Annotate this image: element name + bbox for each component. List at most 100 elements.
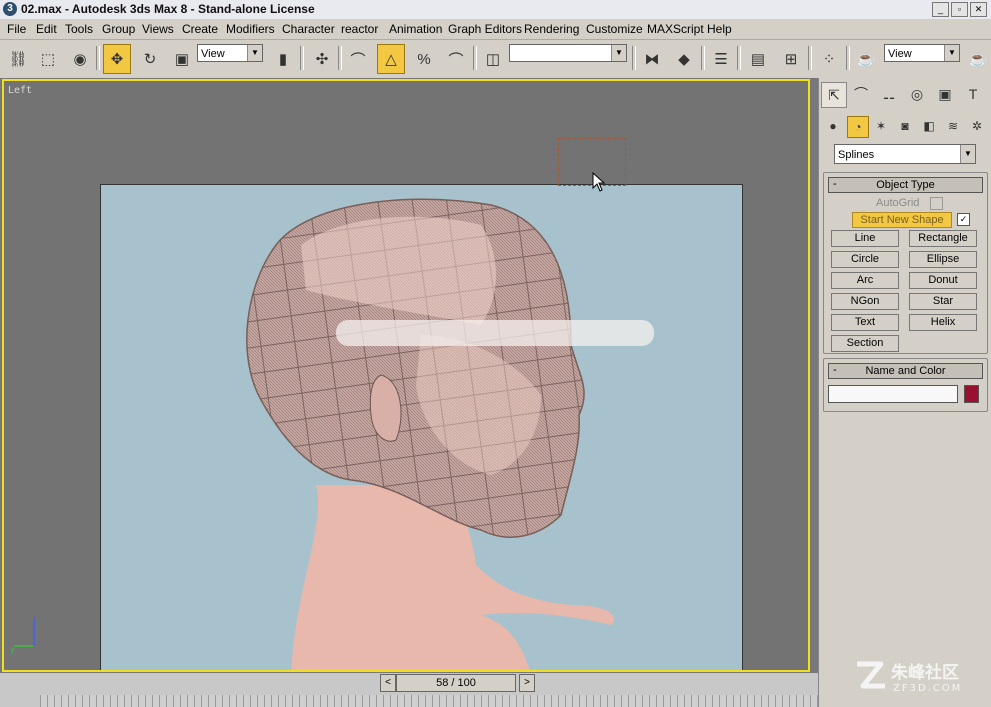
toolbar-separator xyxy=(808,46,812,70)
axis-z-label: z xyxy=(32,614,37,622)
restore-button[interactable]: ▫ xyxy=(951,2,968,17)
previous-frame-button[interactable]: < xyxy=(380,674,396,692)
spacewarps-icon[interactable]: ≋ xyxy=(943,116,963,136)
main-toolbar: ⛓ ⬚ ◉ ✥ ↻ ▣ View ▼ ▮ ✣ ⌒ △ % ⌒ ◫ ▼ ⧓ ◆ ☰… xyxy=(0,40,991,79)
object-type-header[interactable]: - Object Type xyxy=(828,177,983,193)
ngon-button[interactable]: NGon xyxy=(831,293,899,310)
angle-snap-icon[interactable]: △ xyxy=(377,44,405,74)
menu-create[interactable]: Create xyxy=(182,22,218,36)
helpers-icon[interactable]: ◧ xyxy=(919,116,939,136)
display-tab-icon[interactable]: ▣ xyxy=(933,82,957,106)
menu-rendering[interactable]: Rendering xyxy=(524,22,579,36)
track-bar[interactable] xyxy=(40,695,818,707)
select-and-rotate-icon[interactable]: ↻ xyxy=(136,44,164,74)
select-region-icon[interactable]: ⬚ xyxy=(34,44,62,74)
viewport-label[interactable]: Left xyxy=(8,85,32,96)
ellipse-button[interactable]: Ellipse xyxy=(909,251,977,268)
donut-button[interactable]: Donut xyxy=(909,272,977,289)
pivot-center-icon[interactable]: ▮ xyxy=(269,44,297,74)
name-and-color-title: Name and Color xyxy=(865,365,946,377)
collapse-icon: - xyxy=(833,178,837,190)
select-and-scale-icon[interactable]: ▣ xyxy=(168,44,196,74)
shapes-icon[interactable]: ◔ xyxy=(847,116,869,138)
modify-tab-icon[interactable]: ⌒ xyxy=(849,82,873,106)
start-new-shape-button[interactable]: Start New Shape xyxy=(852,212,952,228)
render-type-dropdown[interactable]: View ▼ xyxy=(884,44,960,62)
layer-manager-icon[interactable]: ☰ xyxy=(707,44,735,74)
app-icon[interactable]: 3 xyxy=(3,2,17,16)
viewport-background-image xyxy=(100,184,743,670)
select-object-icon[interactable]: ◉ xyxy=(66,44,94,74)
category-dropdown-value: Splines xyxy=(838,149,875,161)
menu-tools[interactable]: Tools xyxy=(65,22,93,36)
section-button[interactable]: Section xyxy=(831,335,899,352)
spinner-snap-icon[interactable]: ⌒ xyxy=(442,44,470,74)
quick-render-icon[interactable]: ☕ xyxy=(964,44,991,74)
create-tab-icon[interactable]: ⇱ xyxy=(821,82,847,108)
select-link-icon[interactable]: ⛓ xyxy=(4,44,32,74)
menu-group[interactable]: Group xyxy=(102,22,135,36)
schematic-view-icon[interactable]: ⊞ xyxy=(777,44,805,74)
minimize-button[interactable]: _ xyxy=(932,2,949,17)
edit-named-selection-icon[interactable]: ◫ xyxy=(479,44,507,74)
hierarchy-tab-icon[interactable]: ⚋ xyxy=(877,82,901,106)
text-button[interactable]: Text xyxy=(831,314,899,331)
snap-toggle-icon[interactable]: ⌒ xyxy=(344,44,372,74)
manipulate-icon[interactable]: ✣ xyxy=(308,44,336,74)
select-and-move-icon[interactable]: ✥ xyxy=(103,44,131,74)
percent-snap-icon[interactable]: % xyxy=(410,44,438,74)
viewport-left[interactable]: Left z y xyxy=(2,79,810,672)
lights-icon[interactable]: ✶ xyxy=(871,116,891,136)
render-scene-icon[interactable]: ☕ xyxy=(852,44,880,74)
menu-modifiers[interactable]: Modifiers xyxy=(226,22,275,36)
rectangle-button[interactable]: Rectangle xyxy=(909,230,977,247)
menu-views[interactable]: Views xyxy=(142,22,174,36)
object-color-swatch[interactable] xyxy=(964,385,979,403)
name-and-color-header[interactable]: - Name and Color xyxy=(828,363,983,379)
watermark-logo-icon: 朱峰社区 ZF3D.COM xyxy=(857,661,960,694)
menu-graph-editors[interactable]: Graph Editors xyxy=(448,22,522,36)
cameras-icon[interactable]: ◙ xyxy=(895,116,915,136)
mouse-cursor-icon xyxy=(592,172,606,192)
line-button[interactable]: Line xyxy=(831,230,899,247)
time-slider-area: < 58 / 100 > xyxy=(0,673,818,707)
motion-tab-icon[interactable]: ◎ xyxy=(905,82,929,106)
named-selection-dropdown[interactable]: ▼ xyxy=(509,44,627,62)
object-name-input[interactable] xyxy=(828,385,958,403)
mirror-icon[interactable]: ⧓ xyxy=(638,44,666,74)
next-frame-button[interactable]: > xyxy=(519,674,535,692)
menu-customize[interactable]: Customize xyxy=(586,22,643,36)
toolbar-separator xyxy=(300,46,304,70)
arc-button[interactable]: Arc xyxy=(831,272,899,289)
menu-reactor[interactable]: reactor xyxy=(341,22,378,36)
align-icon[interactable]: ◆ xyxy=(670,44,698,74)
reference-coordinate-dropdown[interactable]: View ▼ xyxy=(197,44,263,62)
category-dropdown[interactable]: Splines ▼ xyxy=(834,144,976,164)
circle-button[interactable]: Circle xyxy=(831,251,899,268)
menu-character[interactable]: Character xyxy=(282,22,335,36)
axis-y-label: y xyxy=(10,645,15,654)
chevron-down-icon: ▼ xyxy=(944,45,959,61)
chevron-down-icon: ▼ xyxy=(247,45,262,61)
autogrid-checkbox[interactable] xyxy=(930,197,943,210)
helix-button[interactable]: Helix xyxy=(909,314,977,331)
utilities-tab-icon[interactable]: T xyxy=(961,82,985,106)
systems-icon[interactable]: ✲ xyxy=(967,116,987,136)
time-slider[interactable]: 58 / 100 xyxy=(396,674,516,692)
material-editor-icon[interactable]: ⁘ xyxy=(815,44,843,74)
close-button[interactable]: ✕ xyxy=(970,2,987,17)
toolbar-separator xyxy=(338,46,342,70)
menu-edit[interactable]: Edit xyxy=(36,22,57,36)
start-new-shape-checkbox[interactable]: ✓ xyxy=(957,213,970,226)
star-button[interactable]: Star xyxy=(909,293,977,310)
curve-editor-icon[interactable]: ▤ xyxy=(744,44,772,74)
toolbar-separator xyxy=(632,46,636,70)
render-type-value: View xyxy=(888,48,912,60)
menu-maxscript[interactable]: MAXScript xyxy=(647,22,704,36)
geometry-icon[interactable]: ● xyxy=(823,116,843,136)
menu-file[interactable]: File xyxy=(7,22,26,36)
menu-help[interactable]: Help xyxy=(707,22,732,36)
toolbar-separator xyxy=(846,46,850,70)
command-panel: ⇱ ⌒ ⚋ ◎ ▣ T ● ◔ ✶ ◙ ◧ ≋ ✲ Splines ▼ - Ob… xyxy=(818,78,991,707)
menu-animation[interactable]: Animation xyxy=(389,22,442,36)
